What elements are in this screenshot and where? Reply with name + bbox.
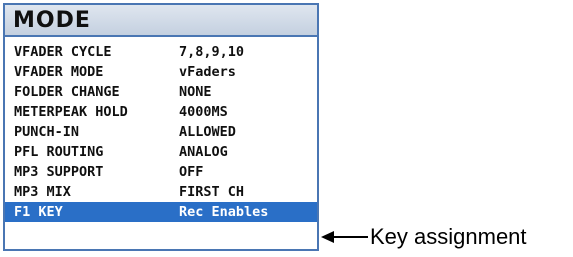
callout-label: Key assignment xyxy=(370,224,527,249)
key-assignment-callout: Key assignment xyxy=(321,224,527,249)
menu-row-key: VFADER MODE xyxy=(14,64,104,80)
menu-row-f1-key[interactable]: F1 KEY Rec Enables xyxy=(5,202,317,222)
menu-row-value: OFF xyxy=(179,164,204,180)
menu-row-key: FOLDER CHANGE xyxy=(14,84,120,100)
menu-row-value: FIRST CH xyxy=(179,184,245,200)
menu-row-value: Rec Enables xyxy=(179,204,269,220)
menu-row-key: F1 KEY xyxy=(14,204,63,220)
menu-row-key: PFL ROUTING xyxy=(14,144,104,160)
menu-row-vfader-mode[interactable]: VFADER MODE vFaders xyxy=(5,62,317,82)
menu-row-value: ANALOG xyxy=(179,144,228,160)
stage: MODE VFADER CYCLE 7,8,9,10 VFADER MODE v… xyxy=(0,0,573,257)
menu-row-value: vFaders xyxy=(179,64,236,80)
menu-row-mp3-mix[interactable]: MP3 MIX FIRST CH xyxy=(5,182,317,202)
menu-rows: VFADER CYCLE 7,8,9,10 VFADER MODE vFader… xyxy=(5,37,317,222)
menu-row-pfl-routing[interactable]: PFL ROUTING ANALOG xyxy=(5,142,317,162)
menu-row-punch-in[interactable]: PUNCH-IN ALLOWED xyxy=(5,122,317,142)
menu-row-value: ALLOWED xyxy=(179,124,236,140)
menu-row-value: NONE xyxy=(179,84,212,100)
menu-row-value: 4000MS xyxy=(179,104,228,120)
menu-row-value: 7,8,9,10 xyxy=(179,44,245,60)
mode-menu-panel: MODE VFADER CYCLE 7,8,9,10 VFADER MODE v… xyxy=(3,3,319,251)
menu-row-folder-change[interactable]: FOLDER CHANGE NONE xyxy=(5,82,317,102)
menu-row-key: PUNCH-IN xyxy=(14,124,80,140)
menu-row-key: METERPEAK HOLD xyxy=(14,104,128,120)
menu-row-key: MP3 MIX xyxy=(14,184,71,200)
menu-row-key: VFADER CYCLE xyxy=(14,44,112,60)
menu-row-meterpeak-hold[interactable]: METERPEAK HOLD 4000MS xyxy=(5,102,317,122)
menu-row-mp3-support[interactable]: MP3 SUPPORT OFF xyxy=(5,162,317,182)
menu-row-vfader-cycle[interactable]: VFADER CYCLE 7,8,9,10 xyxy=(5,42,317,62)
menu-title: MODE xyxy=(5,5,317,37)
menu-row-key: MP3 SUPPORT xyxy=(14,164,104,180)
arrow-left-icon xyxy=(321,230,368,244)
